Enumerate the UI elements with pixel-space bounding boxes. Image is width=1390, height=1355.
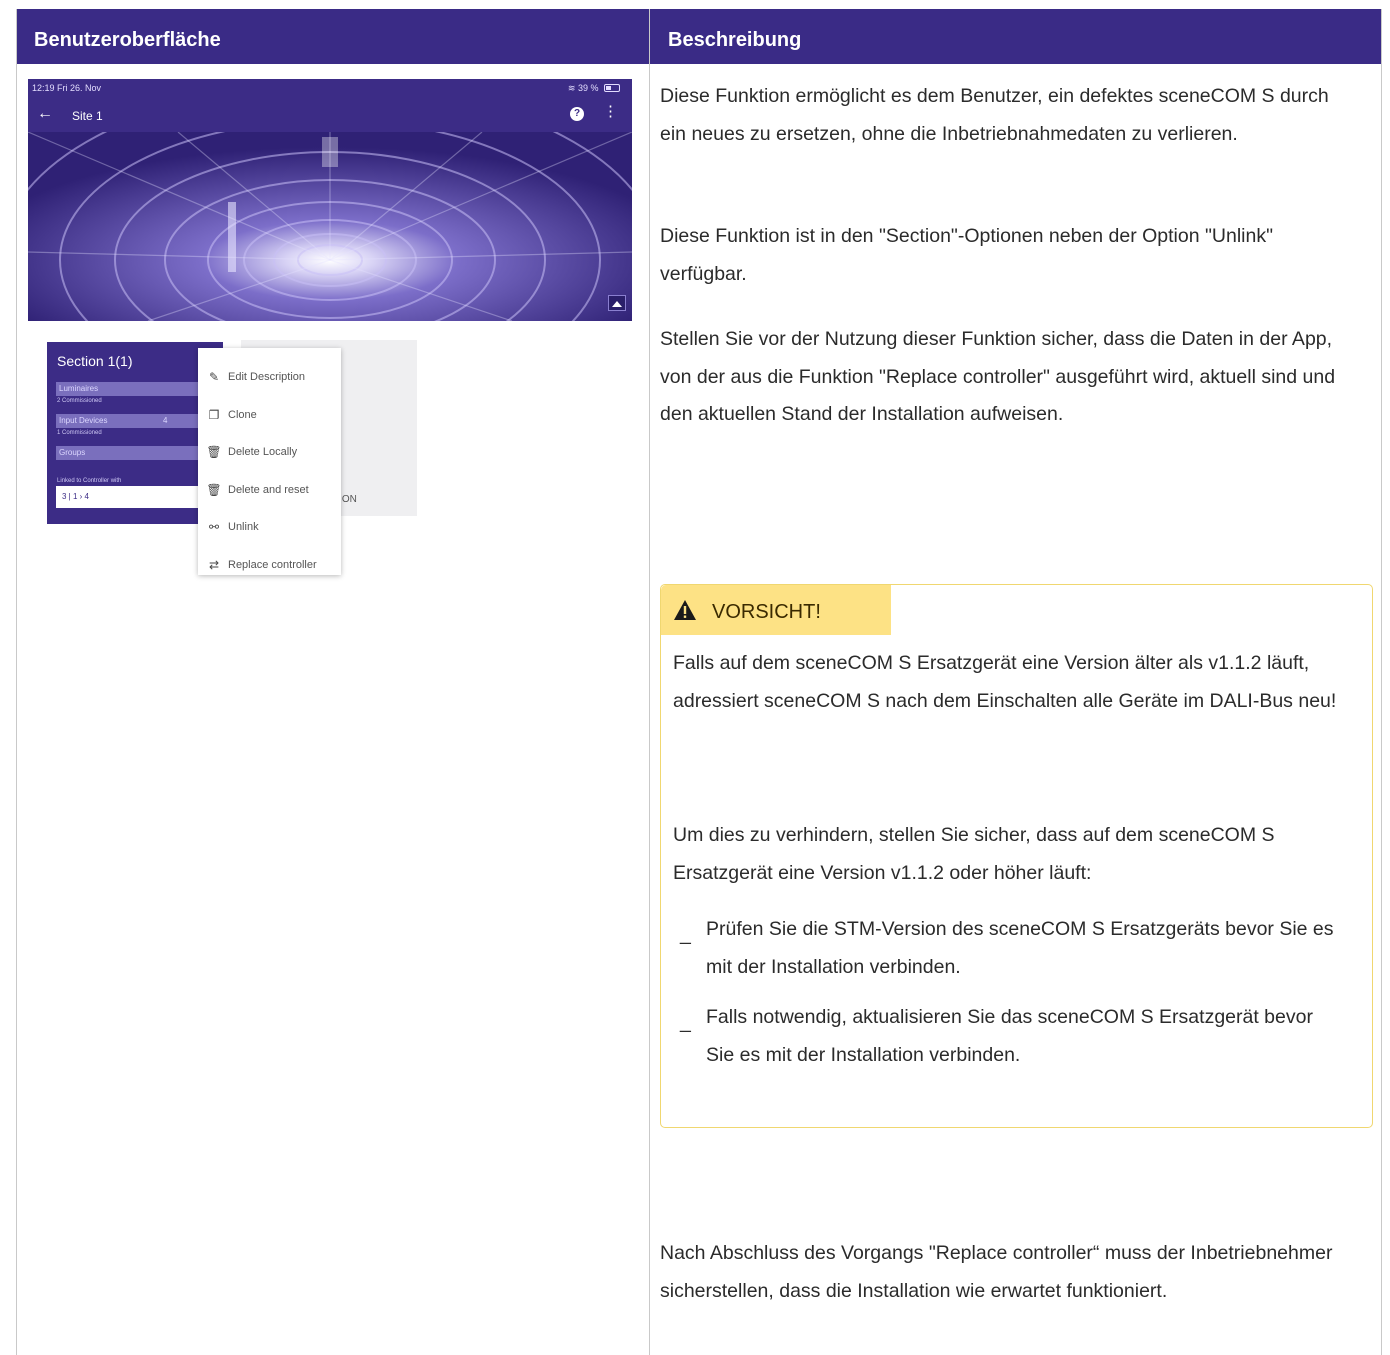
input-devices-label: Input Devices [59,416,108,425]
menu-item-label: Edit Description [228,371,306,383]
menu-item-delete-locally[interactable]: 🗑 Delete Locally [198,437,341,467]
input-devices-commissioned: 1 Commissioned [57,430,102,436]
bullet-text: Prüfen Sie die STM-Version des sceneCOM … [706,918,1334,978]
document-table: Benutzeroberfläche Beschreibung 12:19 Fr… [16,9,1382,1355]
description-paragraph-1: Diese Funktion ermöglicht es dem Benutze… [660,85,1329,145]
battery-percent: 39 % [577,83,599,93]
header-user-interface: Benutzeroberfläche [34,29,221,51]
menu-item-edit-description[interactable]: ✎ Edit Description [198,362,341,392]
bullet-mark: _ [680,923,691,945]
caution-paragraph-2: Um dies zu verhindern, stellen Sie siche… [673,824,1275,884]
header-description: Beschreibung [668,29,802,51]
help-icon[interactable]: ? [570,107,584,121]
battery-icon [604,84,620,92]
description-paragraph-2: Diese Funktion ist in den "Section"-Opti… [660,225,1274,285]
menu-item-replace-controller[interactable]: ⇄ Replace controller [198,550,341,580]
menu-item-label: Replace controller [228,559,317,571]
caution-paragraph-1: Falls auf dem sceneCOM S Ersatzgerät ein… [673,652,1337,712]
caution-box: VORSICHT! Falls auf dem sceneCOM S Ersat… [660,584,1373,1128]
caution-header: VORSICHT! [661,585,891,635]
bullet-mark: _ [680,1011,691,1033]
trash-reset-icon: 🗑 [206,483,222,497]
column-divider [649,9,650,1355]
edit-icon: ✎ [208,370,220,384]
menu-item-clone[interactable]: ❐ Clone [198,400,341,430]
status-bar: 12:19 Fri 26. Nov ≋ 39 % [28,79,632,99]
bullet-text: Falls notwendig, aktualisieren Sie das s… [706,1006,1313,1066]
warning-triangle-icon [674,600,696,620]
site-title: Site 1 [72,109,103,123]
status-battery-group: ≋ 39 % [568,83,620,94]
linked-controller-label: Linked to Controller with [57,478,122,484]
status-time: 12:19 Fri 26. Nov [32,83,102,93]
section-card[interactable]: Section 1(1) Luminaires 2 Commissioned I… [47,342,223,524]
more-options-icon[interactable]: ⋮ [603,104,618,119]
input-devices-row[interactable]: Input Devices 4 [56,414,214,428]
menu-item-label: Delete and reset [228,484,309,496]
trash-icon: 🗑 [206,445,222,459]
luminaires-row[interactable]: Luminaires [56,382,214,396]
groups-row[interactable]: Groups [56,446,214,460]
change-image-icon[interactable] [608,295,626,311]
copy-icon: ❐ [208,408,220,422]
input-devices-count: 4 [163,416,168,425]
menu-item-label: Delete Locally [228,446,298,458]
description-paragraph-4: Nach Abschluss des Vorgangs "Replace con… [660,1242,1333,1302]
menu-item-delete-and-reset[interactable]: 🗑 Delete and reset [198,475,341,505]
linked-controller-summary: 3 | 1 › 4 [56,486,200,508]
app-screenshot: 12:19 Fri 26. Nov ≋ 39 % ← Site 1 ? ⋮ [28,79,632,321]
menu-item-label: Unlink [228,521,259,533]
section-title: Section 1(1) [57,353,133,369]
caution-label: VORSICHT! [712,601,821,623]
swap-icon: ⇄ [208,558,220,572]
menu-item-label: Clone [228,409,257,421]
tunnel-cover-image [28,132,632,321]
section-options-menu: ✎ Edit Description ❐ Clone 🗑 Delete Loca… [198,348,341,575]
unlink-icon: ⚯ [208,520,220,534]
groups-label: Groups [59,448,86,457]
luminaires-label: Luminaires [59,384,99,393]
description-paragraph-3: Stellen Sie vor der Nutzung dieser Funkt… [660,328,1336,425]
luminaires-commissioned: 2 Commissioned [57,398,102,404]
app-bar: ← Site 1 ? ⋮ [28,99,632,133]
table-header: Benutzeroberfläche Beschreibung [17,9,1381,64]
back-arrow-icon[interactable]: ← [37,105,53,123]
wifi-icon: ≋ [567,83,576,93]
menu-item-unlink[interactable]: ⚯ Unlink [198,512,341,542]
